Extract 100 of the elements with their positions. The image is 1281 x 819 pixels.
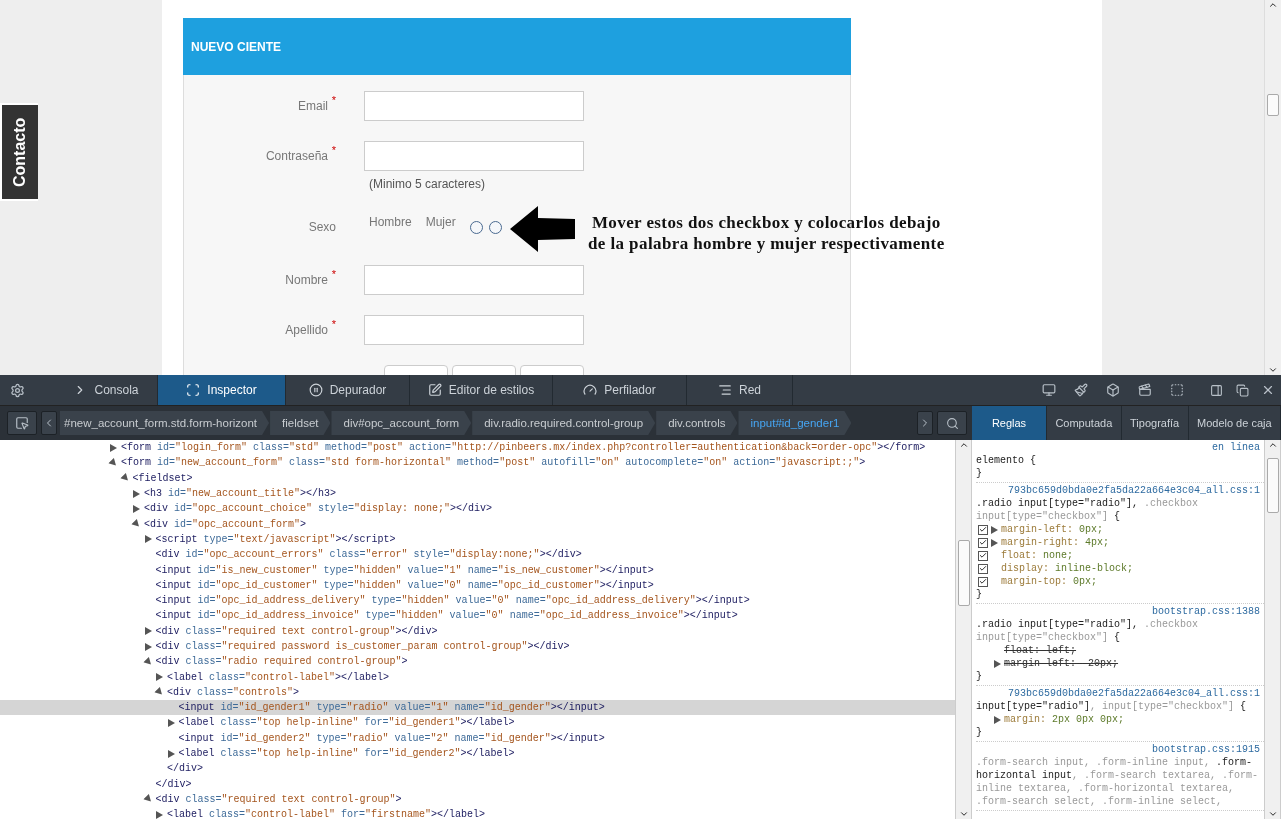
css-declaration: display: inline-block; (1000, 562, 1134, 575)
markup-line[interactable]: <input id="id_gender1" type="radio" value="1" name="id_gender"></input> (178, 702, 605, 714)
pick-element-button[interactable] (7, 411, 37, 435)
markup-line[interactable]: <form id="login_form" class="std" method="post" action="http://pinbeers.mx/index.php?controller=authentication&back=order-opc"></form> (121, 442, 926, 454)
markup-line[interactable]: <div id="opc_account_choice" style="display: none;"></div> (144, 503, 493, 515)
markup-line: </div> (155, 778, 192, 790)
scroll-thumb[interactable] (1267, 94, 1279, 116)
checkbox[interactable] (978, 576, 988, 587)
collapsed-triangle-icon[interactable] (133, 504, 140, 513)
markup-line[interactable]: <div class="required password is_customer_param control-group"></div> (155, 641, 570, 652)
checkbox[interactable] (978, 537, 988, 548)
checkbox[interactable] (978, 524, 988, 535)
markup-line[interactable]: <form id="new_account_form" class="std form-horizontal" method="post" autofill="on" autocomplete="on" action="javascript:;"> (121, 457, 866, 469)
annotation-text: Mover estos dos checkbox y colocarlos debajo de la palabra hombre y mujer respectivamente (588, 212, 945, 254)
markup-line[interactable]: <div class="required text control-group"> (155, 793, 402, 805)
markup-line[interactable]: <input id="opc_id_customer" type="hidden" value="0" name="opc_id_customer"></input> (155, 579, 654, 591)
scrollbar[interactable] (1264, 440, 1281, 819)
markup-line[interactable]: <label class="control-label" for="firstname"></label> (167, 809, 486, 819)
scroll-up-icon[interactable] (958, 440, 969, 450)
checkbox[interactable] (978, 550, 988, 561)
markup-line[interactable]: <div class="radio required control-group"> (155, 656, 408, 668)
markup-line[interactable]: <script type="text/javascript"></script> (155, 533, 396, 545)
search-button[interactable] (937, 411, 967, 435)
collapsed-triangle-icon[interactable] (156, 810, 163, 819)
scroll-down-icon[interactable] (958, 809, 969, 819)
markup-line[interactable]: <h3 id="new_account_title"></h3> (144, 488, 337, 500)
collapsed-triangle-icon[interactable] (133, 489, 140, 498)
collapsed-triangle-icon[interactable] (167, 749, 175, 758)
breadcrumb[interactable]: input#id_gender1 (738, 411, 852, 435)
css-declaration: margin: 2px 0px 0px; (994, 713, 1125, 726)
devtools-tab[interactable]: Inspector (158, 375, 286, 405)
sidebar-tab[interactable]: Reglas (972, 406, 1047, 440)
source-link[interactable]: bootstrap.css:1915 (1151, 743, 1260, 756)
css-declaration: margin-left: -20px; (994, 657, 1119, 670)
scroll-right-button[interactable] (917, 411, 933, 435)
markup-line[interactable]: <div class="required text control-group"></div> (155, 625, 438, 637)
markup-line[interactable]: <div class="controls"> (167, 686, 300, 698)
markup-line[interactable]: <div id="opc_account_errors" class="error" style="display:none;"></div> (155, 549, 582, 561)
closing-brace: } (976, 726, 983, 739)
collapsed-triangle-icon[interactable] (144, 642, 152, 651)
radio-button[interactable] (488, 220, 502, 234)
frame-icon (186, 383, 201, 397)
breadcrumb[interactable]: fieldset (270, 411, 331, 435)
collapsed-triangle-icon[interactable] (144, 627, 152, 636)
text-field[interactable] (364, 91, 584, 121)
required-mark: * (331, 318, 336, 330)
expand-triangle-icon[interactable] (994, 715, 1001, 724)
radio-button[interactable] (469, 220, 483, 234)
collapsed-triangle-icon[interactable] (144, 535, 152, 544)
closing-brace: } (976, 588, 983, 601)
scroll-up-icon[interactable] (1268, 0, 1278, 10)
closing-brace: } (976, 670, 983, 683)
scroll-down-icon[interactable] (1267, 809, 1278, 819)
breadcrumb[interactable]: div.controls (656, 411, 738, 435)
scroll-down-icon[interactable] (1268, 365, 1278, 375)
text-field[interactable] (364, 265, 584, 295)
markup-line[interactable]: <input id="opc_id_address_delivery" type="hidden" value="0" name="opc_id_address_delivery"></input> (155, 595, 750, 607)
css-selector: input[type="radio"], input[type="checkbox"] { (976, 700, 1248, 713)
sidebar-tab[interactable]: Modelo de caja (1188, 406, 1281, 440)
contact-tab[interactable]: Contacto (0, 103, 38, 201)
collapsed-triangle-icon[interactable] (167, 719, 175, 727)
collapsed-triangle-icon[interactable] (156, 673, 163, 682)
scrollbar[interactable] (955, 440, 972, 819)
breadcrumb[interactable]: #new_account_form.std.form-horizont (60, 411, 270, 435)
devtools-tab[interactable]: Red (687, 375, 793, 405)
source-link[interactable]: bootstrap.css:1388 (1151, 605, 1260, 618)
breadcrumb[interactable]: div#opc_account_form (331, 411, 472, 435)
markup-line[interactable]: <div id="opc_account_form"> (144, 518, 307, 530)
text-field[interactable] (364, 141, 584, 171)
selected-row[interactable]: <input id="id_gender1" type="radio" value="1" name="id_gender"></input> (0, 700, 955, 716)
breadcrumb[interactable]: div.radio.required.control-group (472, 411, 656, 435)
checkbox[interactable] (978, 563, 988, 574)
markup-line[interactable]: <input id="is_new_customer" type="hidden" value="1" name="is_new_customer"></input> (155, 564, 654, 576)
lines-icon (718, 383, 732, 397)
markup-line[interactable]: <label class="control-label"></label> (167, 671, 390, 683)
source-link[interactable]: en línea (1212, 441, 1260, 454)
css-declaration: margin-left: 0px; (991, 523, 1104, 536)
source-link[interactable]: 793bc659d0bda0e2fa5da22a664e3c04_all.css:1 (1007, 687, 1260, 700)
scroll-up-icon[interactable] (1267, 440, 1278, 450)
sidebar-tab[interactable]: Tipografía (1121, 406, 1189, 440)
markup-line[interactable]: <input id="opc_id_address_invoice" type="hidden" value="0" name="opc_id_address_invoice"></input> (155, 610, 738, 622)
markup-line[interactable]: <label class="top help-inline" for="id_gender1"></label> (178, 717, 515, 729)
markup-line[interactable]: <input id="id_gender2" type="radio" value="2" name="id_gender"></input> (178, 732, 605, 744)
markup-line[interactable]: <label class="top help-inline" for="id_gender2"></label> (178, 748, 515, 760)
text-field[interactable] (364, 315, 584, 345)
scrollbar[interactable] (1264, 0, 1281, 375)
devtools-tab[interactable]: Depurador (286, 375, 410, 405)
devtools-tab[interactable]: Editor de estilos (410, 375, 553, 405)
scroll-left-button[interactable] (41, 411, 57, 435)
form-header: NUEVO CIENTE (183, 18, 851, 75)
devtools-tab[interactable]: Perfilador (553, 375, 687, 405)
source-link[interactable]: 793bc659d0bda0e2fa5da22a664e3c04_all.css:1 (1007, 484, 1260, 497)
expand-triangle-icon[interactable] (994, 659, 1001, 668)
collapsed-triangle-icon[interactable] (110, 443, 117, 452)
sidebar-tab[interactable]: Computada (1047, 406, 1122, 440)
arrow-drawing (510, 206, 576, 252)
scroll-thumb[interactable] (958, 540, 970, 606)
scroll-thumb[interactable] (1267, 458, 1279, 513)
field-label: Sexo (308, 220, 336, 234)
markup-line[interactable]: <fieldset> (132, 472, 193, 484)
